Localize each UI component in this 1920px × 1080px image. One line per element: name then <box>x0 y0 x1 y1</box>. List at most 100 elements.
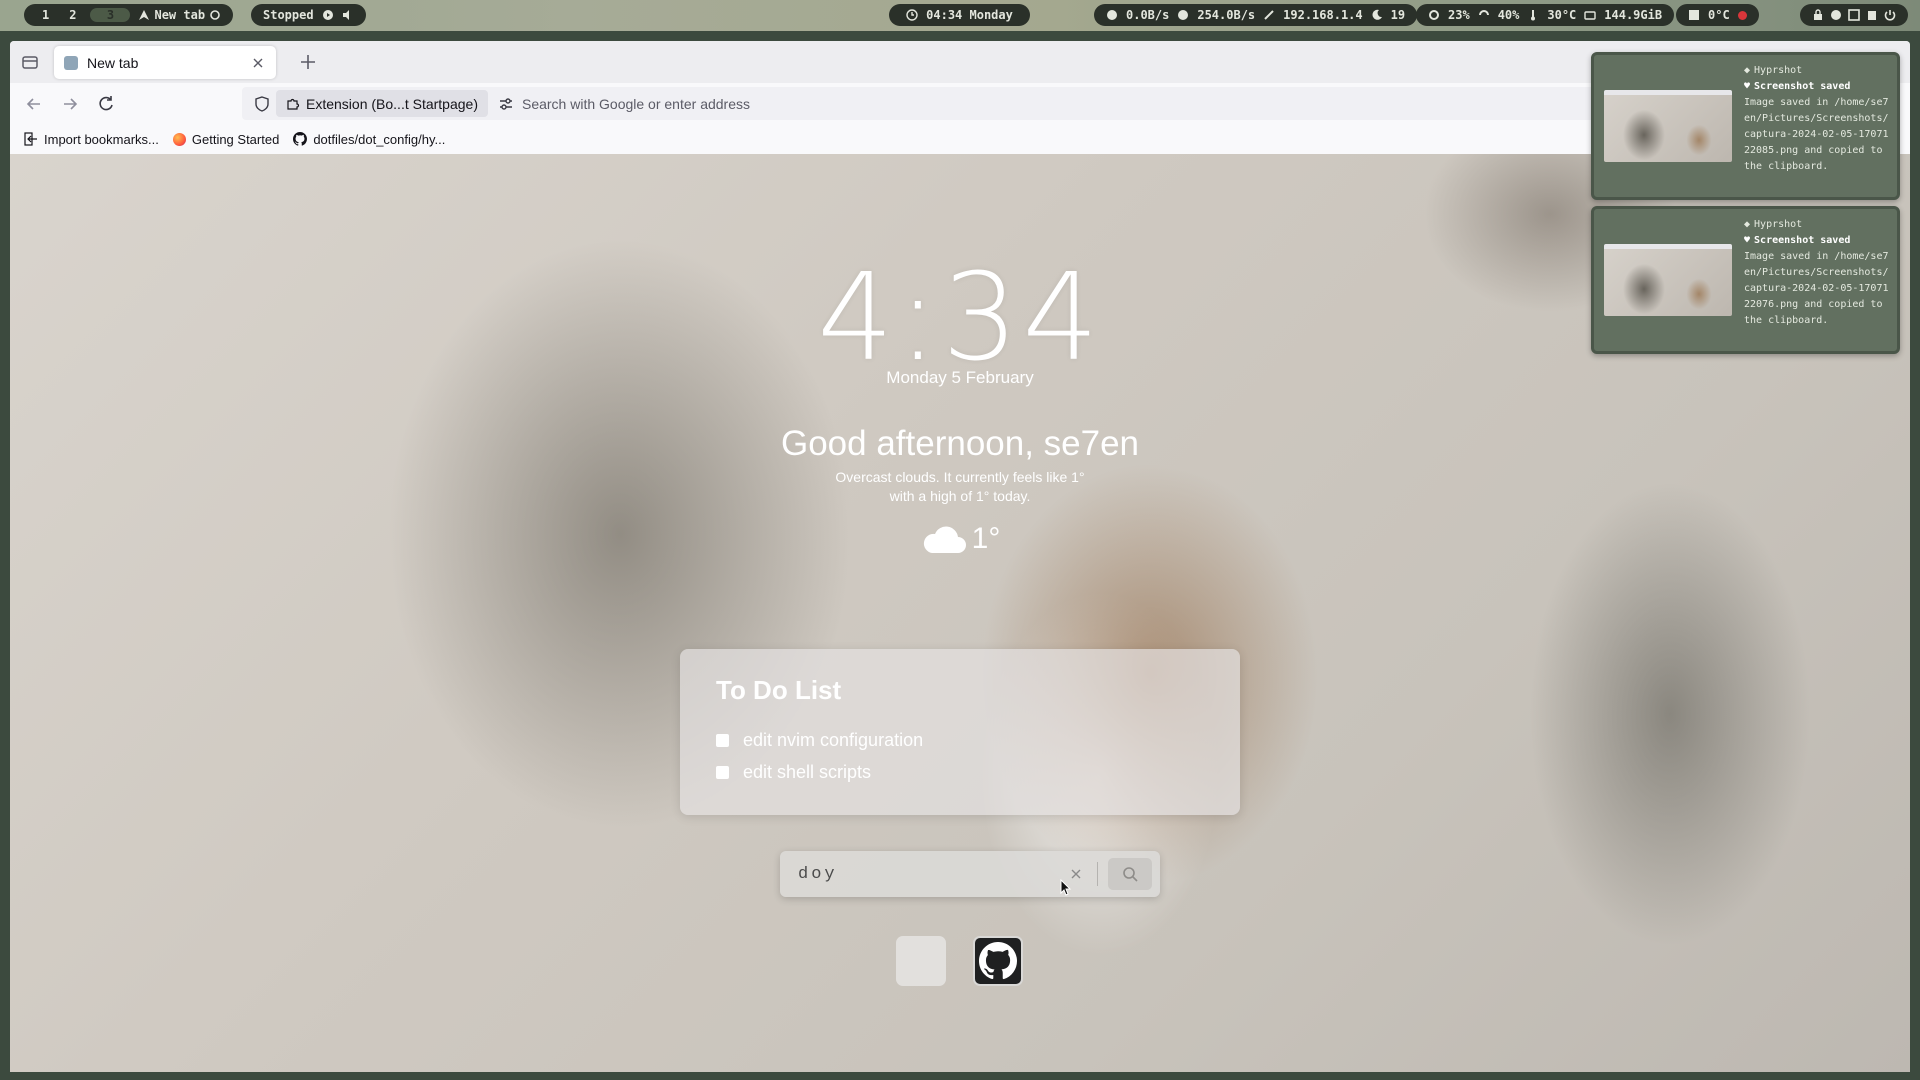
top-status-bar: 1 2 3 New tab Stopped 04:34 Monday 0.0B/… <box>0 0 1920 31</box>
ip-address: 192.168.1.4 <box>1283 8 1363 22</box>
power-icon[interactable] <box>1884 9 1896 21</box>
new-tab-icon[interactable] <box>299 53 317 71</box>
moon-icon <box>1372 9 1382 20</box>
todo-title: To Do List <box>716 675 842 705</box>
palette-icon[interactable] <box>1830 9 1842 21</box>
blank-shortcut[interactable] <box>896 936 946 986</box>
screenshot-thumbnail <box>1604 244 1732 316</box>
todo-card: To Do List edit nvim configuration edit … <box>680 649 1240 815</box>
bookmark-label: Import bookmarks... <box>44 131 159 147</box>
extension-label: Extension (Bo...t Startpage) <box>306 95 478 112</box>
cpu-usage: 23% <box>1448 8 1470 22</box>
address-bar[interactable]: Extension (Bo...t Startpage) Search with… <box>242 87 1612 120</box>
puzzle-icon <box>287 98 300 110</box>
heart-icon: ♥ <box>1744 81 1751 92</box>
notification-app: ◆ Hyprshot <box>1744 63 1894 79</box>
weather-description-line: with a high of 1° today. <box>889 488 1031 504</box>
tab-new-tab[interactable]: New tab <box>54 46 276 79</box>
workspaces-module: 1 2 3 New tab <box>24 4 234 26</box>
reload-icon[interactable] <box>96 94 116 114</box>
notification-app: ◆ Hyprshot <box>1744 217 1894 233</box>
github-icon <box>979 942 1017 980</box>
extension-identity-chip[interactable]: Extension (Bo...t Startpage) <box>276 90 488 117</box>
todo-checkbox[interactable] <box>716 733 729 747</box>
tab-favicon-icon <box>64 55 78 70</box>
system-module[interactable]: 23% 40% 30°C 144.9GiB <box>1416 4 1675 26</box>
notification-app-name: Hyprshot <box>1754 219 1803 230</box>
search-input[interactable] <box>780 851 1069 897</box>
tracking-shield-icon[interactable] <box>254 95 270 112</box>
notification-card[interactable]: ◆ Hyprshot ♥ Screenshot saved Image save… <box>1591 52 1900 200</box>
weather-bar-icon <box>1689 10 1699 20</box>
weather-description: Overcast clouds. It currently feels like… <box>810 468 1110 506</box>
mouse-cursor-icon <box>1060 879 1072 896</box>
workspace-3[interactable]: 3 <box>90 8 131 22</box>
close-tab-icon[interactable] <box>250 55 266 71</box>
ethernet-icon <box>1264 10 1274 20</box>
bookmark-dotfiles[interactable]: dotfiles/dot_config/hy... <box>293 132 445 147</box>
media-status: Stopped <box>263 8 314 22</box>
notification-body: Image saved in /home/se7en/Pictures/Scre… <box>1744 251 1889 326</box>
notification-text: ◆ Hyprshot ♥ Screenshot saved Image save… <box>1744 63 1894 175</box>
weather-module[interactable]: 0°C <box>1676 4 1759 26</box>
weather-temperature: 1° <box>971 522 1001 555</box>
notification-app-name: Hyprshot <box>1754 65 1803 76</box>
bookmark-label: dotfiles/dot_config/hy... <box>313 131 446 147</box>
import-icon <box>24 132 37 146</box>
bookmark-import[interactable]: Import bookmarks... <box>24 132 159 147</box>
clock-icon <box>906 9 918 21</box>
startpage-date: Monday 5 February <box>886 368 1034 387</box>
todo-item-label: edit nvim configuration <box>743 729 924 750</box>
startpage-search <box>780 851 1160 897</box>
arch-icon <box>139 10 150 20</box>
back-icon[interactable] <box>24 94 44 114</box>
notification-summary-text: Screenshot saved <box>1754 81 1851 92</box>
memory-usage: 40% <box>1497 8 1520 22</box>
window-title-text: New tab <box>154 8 206 22</box>
github-shortcut[interactable] <box>973 936 1023 986</box>
screenshot-icon[interactable] <box>1848 9 1860 21</box>
notification-text: ◆ Hyprshot ♥ Screenshot saved Image save… <box>1744 217 1894 329</box>
net-up: 254.0B/s <box>1197 8 1256 22</box>
net-count: 19 <box>1390 8 1406 22</box>
memory-icon <box>1478 10 1489 16</box>
lock-icon[interactable] <box>1812 9 1824 21</box>
todo-item[interactable]: edit shell scripts <box>716 756 1204 788</box>
clock-module[interactable]: 04:34 Monday <box>889 4 1030 26</box>
notification-card[interactable]: ◆ Hyprshot ♥ Screenshot saved Image save… <box>1591 206 1900 354</box>
clock-text: 04:34 Monday <box>926 8 1013 22</box>
weather-widget: 1° <box>10 521 1910 557</box>
hyprshot-icon: ◆ <box>1744 219 1751 230</box>
refresh-icon <box>210 10 220 20</box>
bookmark-label: Getting Started <box>191 131 280 147</box>
permissions-icon[interactable] <box>498 96 514 112</box>
window-title: New tab <box>138 8 221 22</box>
weather-temp: 0°C <box>1708 8 1730 22</box>
notification-summary-text: Screenshot saved <box>1754 235 1851 246</box>
search-button[interactable] <box>1108 858 1152 890</box>
heart-icon: ♥ <box>1744 235 1751 246</box>
bookmark-getting-started[interactable]: Getting Started <box>172 131 280 147</box>
media-module[interactable]: Stopped <box>251 4 366 26</box>
todo-checkbox[interactable] <box>716 765 729 779</box>
clipboard-icon[interactable] <box>1866 9 1878 21</box>
github-icon <box>293 132 308 146</box>
notification-summary: ♥ Screenshot saved <box>1744 79 1894 95</box>
hyprshot-icon: ◆ <box>1744 65 1751 76</box>
upload-icon <box>1178 10 1189 20</box>
tray-module <box>1800 4 1908 26</box>
forward-icon[interactable] <box>60 94 80 114</box>
notification-body: Image saved in /home/se7en/Pictures/Scre… <box>1744 97 1889 172</box>
todo-item-label: edit shell scripts <box>743 761 872 782</box>
disk-usage: 144.9GiB <box>1604 8 1663 22</box>
workspace-2[interactable]: 2 <box>63 8 82 22</box>
cloud-icon <box>923 526 966 553</box>
network-module[interactable]: 0.0B/s 254.0B/s 192.168.1.4 19 <box>1094 4 1418 26</box>
workspace-1[interactable]: 1 <box>36 8 55 22</box>
play-icon <box>322 10 333 20</box>
search-divider <box>1097 862 1098 886</box>
tab-list-icon[interactable] <box>20 52 40 72</box>
firefox-icon <box>172 132 186 146</box>
cpu-icon <box>1429 10 1439 20</box>
todo-item[interactable]: edit nvim configuration <box>716 724 1204 756</box>
